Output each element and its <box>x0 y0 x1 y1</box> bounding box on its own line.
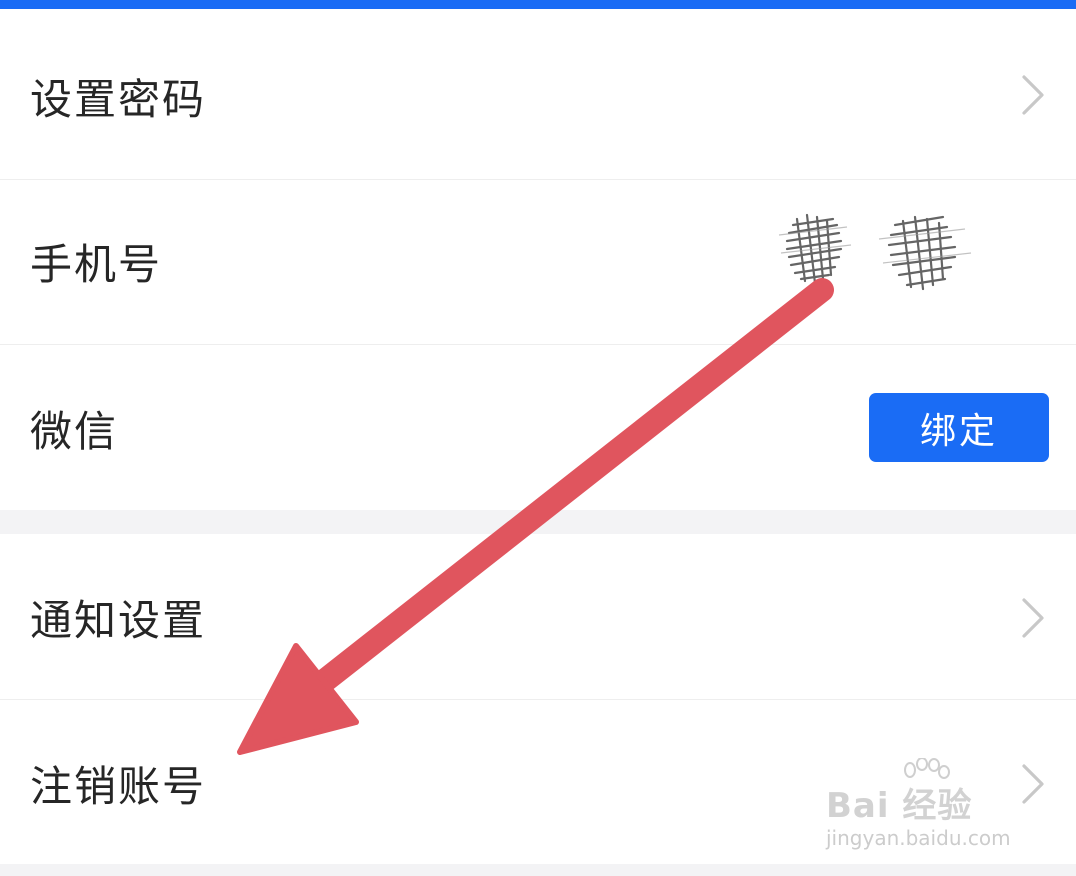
watermark-url: jingyan.baidu.com <box>826 826 1011 850</box>
account-settings-screen: 设置密码 手机号 微信 绑定 通知设置 注销账号 Bai 经验 jingyan.… <box>0 0 1076 876</box>
settings-row-set-password[interactable]: 设置密码 <box>0 9 1076 179</box>
watermark-brand: Bai 经验 <box>826 786 973 826</box>
row-label: 手机号 <box>30 240 163 289</box>
bind-wechat-button[interactable]: 绑定 <box>869 393 1049 462</box>
row-label: 设置密码 <box>30 75 207 124</box>
row-label: 微信 <box>30 407 119 456</box>
settings-row-notification[interactable]: 通知设置 <box>0 534 1076 699</box>
row-label: 通知设置 <box>30 596 207 645</box>
redacted-phone-number <box>778 213 972 291</box>
row-label: 注销账号 <box>30 762 207 811</box>
section-separator <box>0 510 1076 534</box>
baidu-jingyan-watermark: Bai 经验 jingyan.baidu.com <box>826 758 1026 858</box>
bottom-section-separator <box>0 864 1076 876</box>
top-accent-bar <box>0 0 1076 9</box>
chevron-right-icon <box>1022 598 1044 638</box>
chevron-right-icon <box>1022 75 1044 115</box>
